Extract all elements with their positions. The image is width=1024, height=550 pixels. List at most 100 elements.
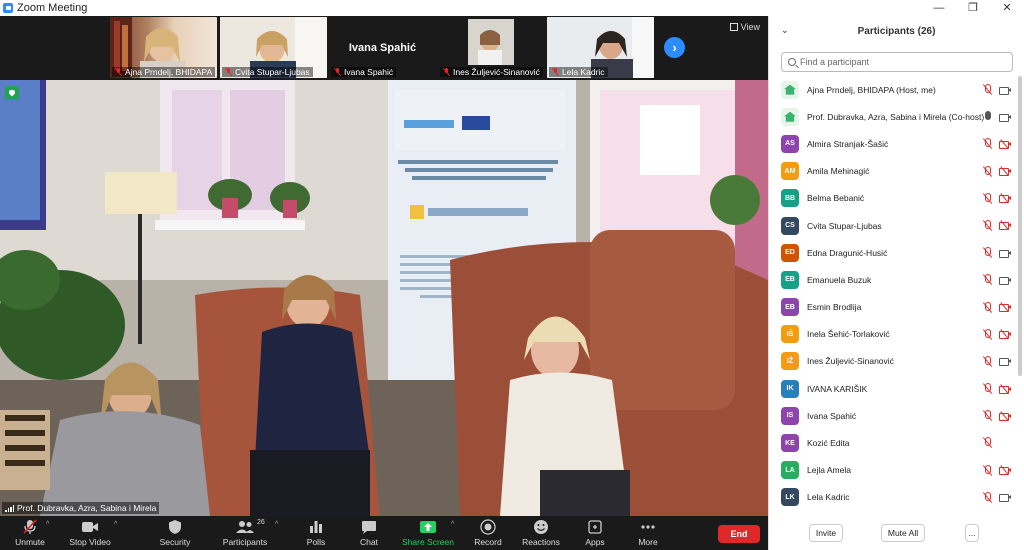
- video-off-icon[interactable]: [999, 220, 1011, 231]
- video-off-icon[interactable]: [999, 410, 1011, 421]
- mic-muted-icon: [225, 68, 232, 76]
- mic-icon[interactable]: [982, 111, 992, 122]
- share-screen-button[interactable]: ^ Share Screen: [398, 518, 458, 547]
- video-off-icon[interactable]: [999, 383, 1011, 394]
- avatar: CS: [781, 216, 799, 235]
- apps-button[interactable]: Apps: [565, 518, 625, 547]
- participant-name: Edna Dragunić-Husić: [807, 247, 888, 258]
- avatar: AM: [781, 162, 799, 181]
- video-camera-icon[interactable]: [999, 276, 1011, 285]
- participant-row[interactable]: ED Edna Dragunić-Husić: [769, 239, 1019, 266]
- video-off-icon[interactable]: [999, 166, 1011, 177]
- avatar: IK: [781, 379, 799, 398]
- participant-row[interactable]: Prof. Dubravka, Azra, Sabina i Mirela (C…: [769, 103, 1019, 130]
- video-tile-ivana[interactable]: Ivana Spahić Ivana Spahić: [329, 17, 436, 78]
- participant-row[interactable]: AM Amila Mehinagić: [769, 158, 1019, 185]
- video-off-icon[interactable]: [999, 465, 1011, 476]
- video-off-icon[interactable]: [999, 329, 1011, 340]
- mic-muted-icon[interactable]: [982, 274, 992, 285]
- reactions-button[interactable]: Reactions: [511, 518, 571, 547]
- video-tile-ajna[interactable]: Ajna Prndelj, BHIDAPA: [110, 17, 217, 78]
- security-button[interactable]: Security: [145, 518, 205, 547]
- participant-name: Ivana Spahić: [807, 410, 857, 421]
- end-meeting-button[interactable]: End: [718, 525, 760, 543]
- participant-row[interactable]: LA Lejla Amela: [769, 457, 1019, 484]
- record-button[interactable]: Record: [458, 518, 518, 547]
- video-off-icon[interactable]: [999, 138, 1011, 149]
- participant-search-input[interactable]: Find a participant: [781, 52, 1013, 72]
- chat-bubble-icon: [362, 520, 376, 534]
- video-camera-icon[interactable]: [999, 86, 1011, 95]
- mic-muted-icon[interactable]: [982, 437, 992, 448]
- mic-muted-icon[interactable]: [982, 138, 992, 149]
- close-button[interactable]: ✕: [990, 0, 1024, 16]
- main-speaker-video[interactable]: Prof. Dubravka, Azra, Sabina i Mirela: [0, 80, 768, 516]
- mic-muted-icon[interactable]: [982, 247, 992, 258]
- mic-muted-icon[interactable]: [982, 328, 992, 340]
- more-button[interactable]: More: [618, 518, 678, 547]
- participant-row[interactable]: CS Cvita Stupar-Ljubas: [769, 212, 1019, 239]
- avatar: LA: [781, 461, 799, 480]
- mic-muted-icon[interactable]: [982, 84, 992, 95]
- minimize-button[interactable]: —: [922, 0, 956, 16]
- invite-button[interactable]: Invite: [809, 524, 843, 542]
- chat-button[interactable]: Chat: [339, 518, 399, 547]
- mic-muted-icon[interactable]: [982, 383, 992, 394]
- participant-name-card: Ivana Spahić: [348, 41, 417, 54]
- video-camera-icon[interactable]: [999, 357, 1011, 367]
- chevron-down-icon[interactable]: ⌄: [781, 25, 789, 36]
- next-page-arrow-icon[interactable]: ›: [664, 37, 685, 58]
- stop-video-button[interactable]: ^ Stop Video: [60, 518, 120, 547]
- mic-muted-icon[interactable]: [982, 410, 992, 421]
- chevron-up-icon[interactable]: ^: [114, 521, 117, 528]
- participant-row[interactable]: BB Belma Bebanić: [769, 185, 1019, 212]
- scrollbar[interactable]: [1018, 76, 1022, 376]
- participant-row[interactable]: LK Lela Kadric: [769, 484, 1019, 511]
- participants-button[interactable]: 26 ^ Participants: [215, 518, 279, 547]
- participant-row[interactable]: KE Kozić Edita: [769, 429, 1019, 456]
- view-button[interactable]: View: [729, 22, 760, 32]
- encryption-shield-icon[interactable]: [5, 86, 19, 100]
- mic-muted-icon[interactable]: [982, 219, 992, 231]
- tile-name-label: Ines Žuljević-Sinanović: [440, 67, 543, 77]
- participant-row[interactable]: IŠ Inela Šehić-Torlaković: [769, 321, 1019, 348]
- unmute-button[interactable]: ^ Unmute: [0, 518, 60, 547]
- video-tile-lela[interactable]: Lela Kadric: [547, 17, 654, 78]
- avatar: EB: [781, 270, 799, 289]
- video-off-icon[interactable]: [999, 302, 1011, 312]
- video-camera-icon[interactable]: [999, 249, 1011, 258]
- participant-row[interactable]: Ajna Prndelj, BHIDAPA (Host, me): [769, 76, 1019, 103]
- panel-footer: Invite Mute All ...: [769, 524, 1024, 544]
- maximize-button[interactable]: ❐: [956, 0, 990, 16]
- participant-row[interactable]: AS Almira Stranjak-Šašić: [769, 130, 1019, 157]
- mic-muted-icon: [552, 68, 559, 76]
- video-off-icon[interactable]: [999, 193, 1011, 204]
- video-camera-icon[interactable]: [999, 113, 1011, 122]
- participant-row[interactable]: EB Esmin Brodlija: [769, 294, 1019, 321]
- mic-muted-icon[interactable]: [982, 165, 992, 177]
- polls-button[interactable]: Polls: [286, 518, 346, 547]
- video-tile-ines[interactable]: Ines Žuljević-Sinanović: [438, 17, 545, 78]
- mute-all-button[interactable]: Mute All: [881, 524, 925, 542]
- record-icon: [480, 519, 496, 535]
- chevron-up-icon[interactable]: ^: [451, 521, 454, 528]
- mic-muted-icon[interactable]: [982, 491, 992, 503]
- participant-row[interactable]: EB Emanuela Buzuk: [769, 266, 1019, 293]
- more-options-button[interactable]: ...: [965, 524, 979, 542]
- mic-muted-icon[interactable]: [982, 464, 992, 476]
- chevron-up-icon[interactable]: ^: [46, 521, 49, 528]
- participant-name: Ajna Prndelj, BHIDAPA (Host, me): [807, 84, 936, 95]
- video-camera-icon: [82, 522, 98, 532]
- video-camera-icon[interactable]: [999, 493, 1011, 503]
- tile-name-label: Lela Kadric: [549, 67, 608, 77]
- mic-muted-icon[interactable]: [982, 355, 992, 367]
- participant-status-icons: [982, 138, 1011, 149]
- chevron-up-icon[interactable]: ^: [275, 521, 278, 528]
- participant-row[interactable]: IŽ Ines Žuljević-Sinanović: [769, 348, 1019, 375]
- participant-row[interactable]: IS Ivana Spahić: [769, 402, 1019, 429]
- participant-name: Cvita Stupar-Ljubas: [807, 220, 882, 231]
- video-tile-cvita[interactable]: Cvita Stupar-Ljubas: [220, 17, 327, 78]
- mic-muted-icon[interactable]: [982, 301, 992, 313]
- participant-row[interactable]: IK IVANA KARIŠIK: [769, 375, 1019, 402]
- mic-muted-icon[interactable]: [982, 192, 992, 204]
